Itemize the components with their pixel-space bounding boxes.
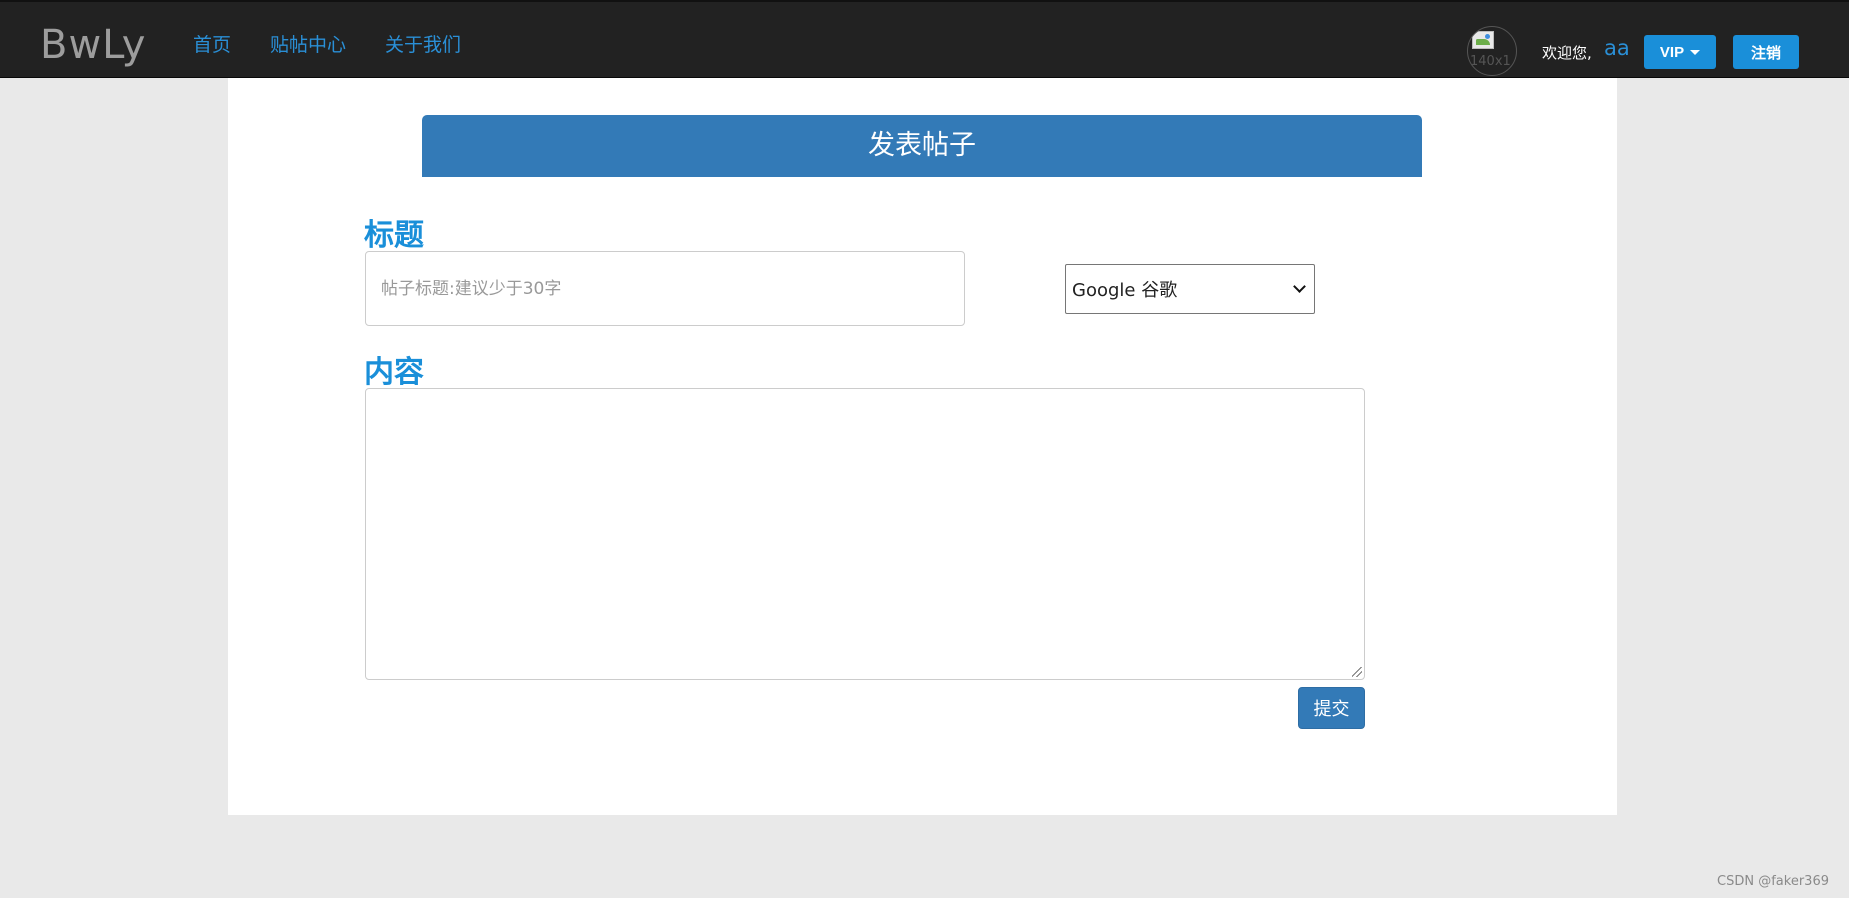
- welcome-text: 欢迎您,: [1542, 44, 1592, 62]
- title-input[interactable]: [365, 251, 965, 326]
- title-label: 标题: [364, 218, 424, 253]
- submit-button[interactable]: 提交: [1298, 687, 1365, 729]
- username-link[interactable]: aa: [1604, 36, 1630, 60]
- user-avatar[interactable]: 140x1: [1467, 26, 1517, 76]
- chevron-down-icon: [1293, 280, 1306, 293]
- nav-link-about-us[interactable]: 关于我们: [385, 30, 461, 57]
- resize-handle-icon[interactable]: [1352, 667, 1362, 677]
- category-select[interactable]: Google 谷歌: [1065, 264, 1315, 314]
- content-label: 内容: [364, 355, 424, 390]
- top-navbar: BwLy 首页 贴帖中心 关于我们 140x1 欢迎您, aa VIP 注销: [0, 0, 1849, 78]
- nav-link-home[interactable]: 首页: [193, 30, 231, 57]
- vip-dropdown-button[interactable]: VIP: [1644, 35, 1716, 69]
- main-container: 发表帖子 标题 Google 谷歌 内容 提交: [228, 78, 1617, 815]
- nav-link-post-center[interactable]: 贴帖中心: [270, 30, 346, 57]
- brand-logo[interactable]: BwLy: [40, 22, 146, 68]
- broken-image-icon: [1472, 31, 1494, 49]
- avatar-alt-text: 140x1: [1470, 54, 1511, 69]
- category-selected-value: Google 谷歌: [1072, 280, 1178, 301]
- caret-down-icon: [1690, 49, 1701, 55]
- watermark: CSDN @faker369: [1717, 874, 1829, 889]
- content-textarea[interactable]: [365, 388, 1365, 680]
- vip-label: VIP: [1659, 43, 1685, 61]
- page-title: 发表帖子: [422, 115, 1422, 177]
- logout-button[interactable]: 注销: [1733, 35, 1799, 69]
